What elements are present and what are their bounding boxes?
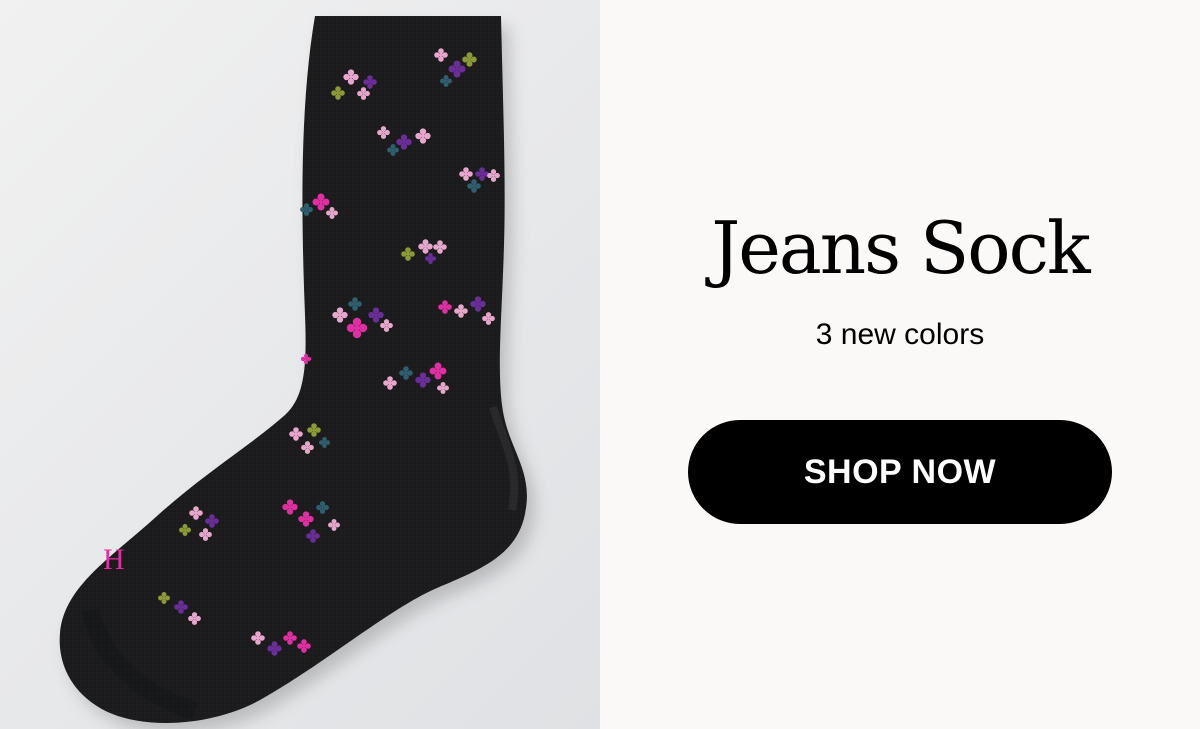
sock-shape (59, 16, 527, 723)
shop-now-button[interactable]: SHOP NOW (688, 420, 1112, 524)
brand-mark: H (103, 543, 125, 576)
product-title: Jeans Sock (711, 206, 1090, 290)
product-image-panel[interactable]: H (0, 0, 600, 729)
product-copy-panel: Jeans Sock 3 new colors SHOP NOW (600, 0, 1200, 729)
product-banner: H Jeans Sock 3 new colors SHOP NOW (0, 0, 1200, 729)
product-subtitle: 3 new colors (815, 318, 985, 351)
sock-image[interactable]: H (0, 0, 600, 729)
